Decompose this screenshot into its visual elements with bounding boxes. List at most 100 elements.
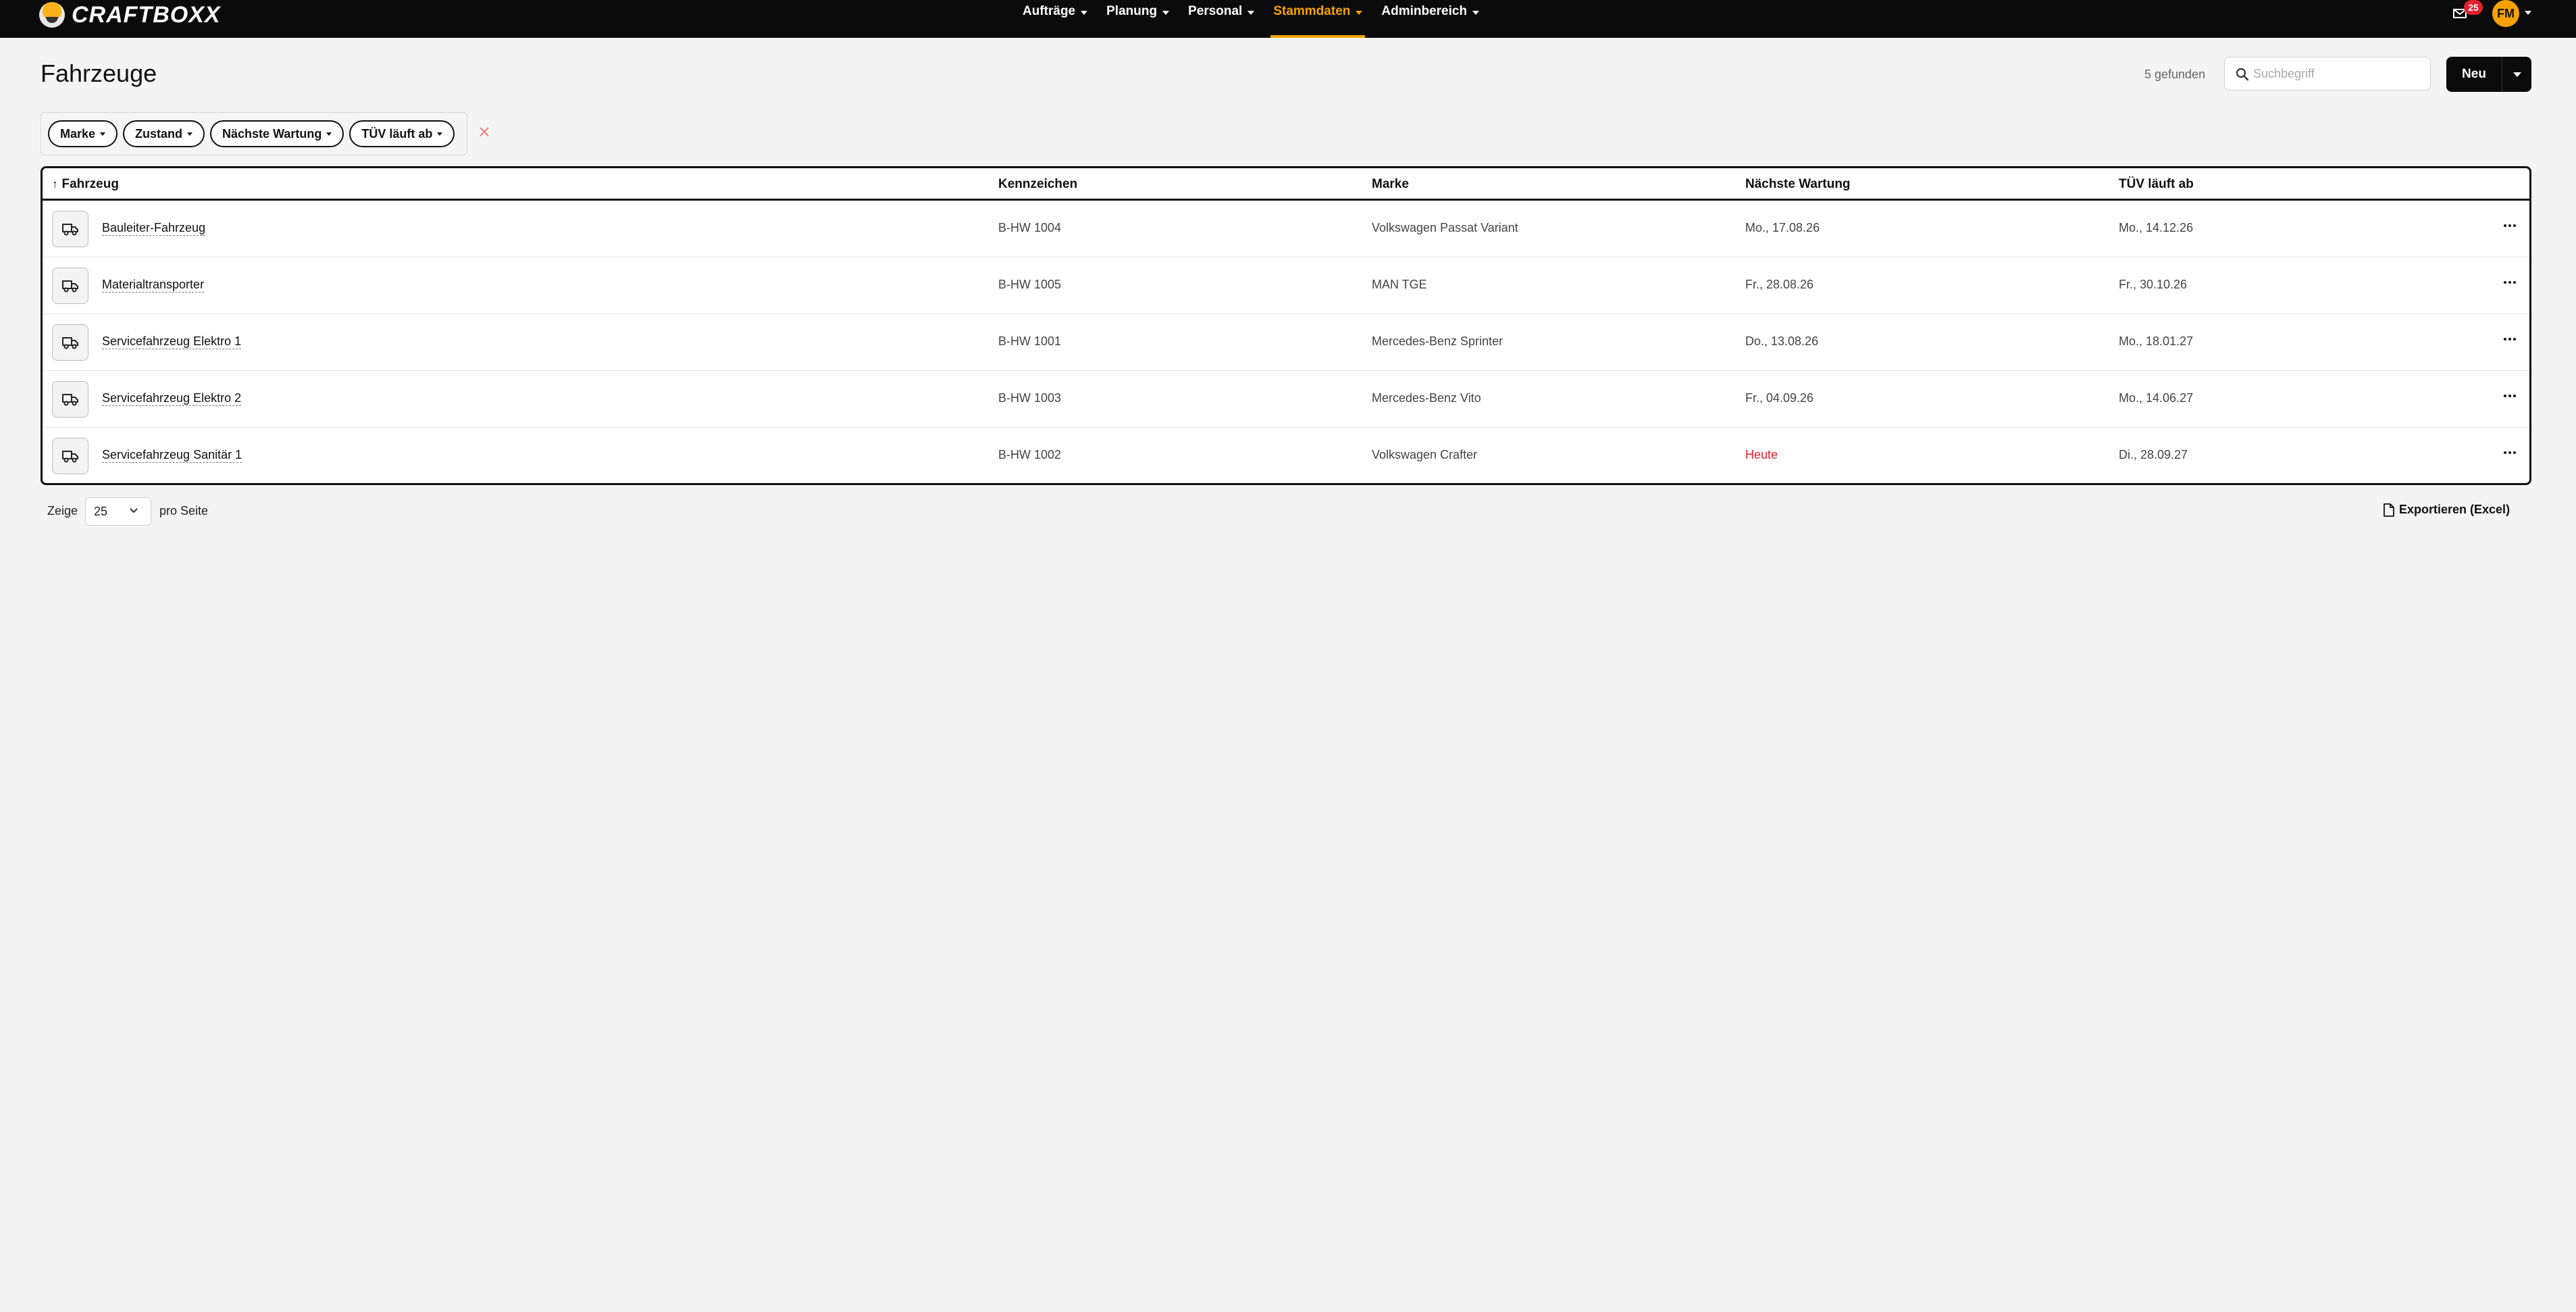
- vehicle-truck-icon: [52, 381, 88, 418]
- vehicle-name-link[interactable]: Servicefahrzeug Elektro 1: [102, 334, 242, 349]
- plate-cell: B-HW 1002: [998, 448, 1062, 461]
- plate-cell: B-HW 1003: [998, 391, 1062, 405]
- hard-hat-logo-icon: [39, 2, 65, 28]
- caret-down-icon: [187, 132, 193, 136]
- filter-label: TÜV läuft ab: [361, 126, 433, 141]
- search-box[interactable]: [2224, 57, 2431, 91]
- vehicle-name: Servicefahrzeug Sanitär 1: [102, 448, 242, 463]
- vehicles-table: ↑ Fahrzeug Kennzeichen Marke Nächste Wart…: [41, 166, 2531, 485]
- new-button[interactable]: Neu: [2446, 67, 2502, 82]
- tuv-cell: Mo., 14.06.27: [2119, 391, 2194, 405]
- new-button-group: Neu: [2446, 57, 2531, 92]
- vehicle-name: Servicefahrzeug Elektro 1: [102, 334, 242, 349]
- table-header: ↑ Fahrzeug Kennzeichen Marke Nächste Wart…: [43, 168, 2529, 201]
- tuv-cell: Mo., 14.12.26: [2119, 221, 2194, 234]
- nav-item-adminbereich[interactable]: Adminbereich: [1372, 0, 1489, 38]
- caret-down-icon: [1162, 11, 1170, 15]
- caret-down-icon: [1356, 11, 1363, 15]
- result-count: 5 gefunden: [2144, 68, 2206, 81]
- plate-cell: B-HW 1004: [998, 221, 1062, 234]
- row-actions-more-icon[interactable]: [2501, 387, 2519, 405]
- main-nav: Aufträge Planung Personal Stammdaten Adm…: [1013, 0, 1489, 38]
- row-actions-more-icon[interactable]: [2501, 274, 2519, 291]
- table-row[interactable]: Materialtransporter B-HW 1005 MAN TGE Fr…: [43, 257, 2529, 314]
- row-actions-more-icon[interactable]: [2501, 217, 2519, 234]
- file-export-icon: [2384, 503, 2394, 517]
- brand-name: CRAFTBOXX: [72, 1, 221, 28]
- next-service-cell: Fr., 28.08.26: [1745, 278, 1814, 291]
- nav-item-stammdaten[interactable]: Stammdaten: [1264, 0, 1372, 38]
- next-service-cell-due: Heute: [1745, 448, 1778, 461]
- caret-down-icon: [437, 132, 443, 136]
- column-header-naechste-wartung[interactable]: Nächste Wartung: [1745, 177, 1851, 192]
- export-excel-button[interactable]: Exportieren (Excel): [2383, 503, 2510, 517]
- user-menu-caret-icon[interactable]: [2525, 11, 2531, 15]
- column-header-tuev[interactable]: TÜV läuft ab: [2119, 177, 2194, 192]
- page-title: Fahrzeuge: [41, 59, 157, 87]
- caret-down-icon: [1081, 11, 1088, 15]
- vehicle-name: Bauleiter-Fahrzeug: [102, 221, 206, 236]
- caret-down-icon: [1247, 11, 1255, 15]
- table-row[interactable]: Servicefahrzeug Sanitär 1 B-HW 1002 Volk…: [43, 428, 2529, 483]
- filter-zustand[interactable]: Zustand: [123, 120, 205, 147]
- vehicle-name: Materialtransporter: [102, 278, 205, 293]
- table-row[interactable]: Servicefahrzeug Elektro 1 B-HW 1001 Merc…: [43, 314, 2529, 371]
- caret-down-icon: [326, 132, 332, 136]
- nav-item-auftraege[interactable]: Aufträge: [1013, 0, 1097, 38]
- export-label: Exportieren (Excel): [2399, 503, 2510, 516]
- per-page-select[interactable]: 25: [85, 497, 151, 526]
- vehicle-name-link[interactable]: Bauleiter-Fahrzeug: [102, 221, 206, 236]
- table-row[interactable]: Servicefahrzeug Elektro 2 B-HW 1003 Merc…: [43, 371, 2529, 428]
- vehicle-name-link[interactable]: Servicefahrzeug Sanitär 1: [102, 448, 242, 463]
- top-navigation-bar: CRAFTBOXX Aufträge Planung Personal Stam…: [0, 0, 2576, 38]
- filter-marke[interactable]: Marke: [48, 120, 118, 147]
- column-header-fahrzeug[interactable]: ↑ Fahrzeug: [52, 177, 119, 192]
- nav-item-label: Planung: [1106, 4, 1158, 18]
- clear-filters-close-icon[interactable]: [477, 124, 492, 139]
- column-label: Fahrzeug: [61, 177, 119, 191]
- next-service-cell: Mo., 17.08.26: [1745, 221, 1820, 234]
- filter-naechste-wartung[interactable]: Nächste Wartung: [210, 120, 344, 147]
- filter-tuev[interactable]: TÜV läuft ab: [349, 120, 455, 147]
- show-label: Zeige: [47, 504, 78, 518]
- column-header-marke[interactable]: Marke: [1372, 177, 1409, 192]
- nav-item-planung[interactable]: Planung: [1097, 0, 1179, 38]
- vehicle-name: Servicefahrzeug Elektro 2: [102, 391, 242, 406]
- tuv-cell: Mo., 18.01.27: [2119, 334, 2194, 348]
- nav-item-personal[interactable]: Personal: [1179, 0, 1264, 38]
- user-avatar[interactable]: FM: [2492, 0, 2519, 27]
- plate-cell: B-HW 1005: [998, 278, 1062, 291]
- nav-item-label: Adminbereich: [1381, 4, 1468, 18]
- notification-count-badge: 25: [2464, 0, 2483, 15]
- notifications-button[interactable]: 25: [2453, 0, 2483, 24]
- tuv-cell: Fr., 30.10.26: [2119, 278, 2188, 291]
- chevron-down-icon: [130, 508, 138, 513]
- search-input[interactable]: [2253, 66, 2415, 81]
- new-options-dropdown-button[interactable]: [2502, 57, 2531, 92]
- caret-down-icon: [100, 132, 106, 136]
- vehicle-name-link[interactable]: Servicefahrzeug Elektro 2: [102, 391, 242, 406]
- vehicle-name-link[interactable]: Materialtransporter: [102, 278, 205, 293]
- row-actions-more-icon[interactable]: [2501, 444, 2519, 461]
- brand-logo[interactable]: CRAFTBOXX: [39, 0, 221, 30]
- filter-label: Zustand: [135, 126, 183, 141]
- search-icon: [2236, 68, 2249, 81]
- vehicle-truck-icon: [52, 268, 88, 304]
- filter-label: Nächste Wartung: [222, 126, 322, 141]
- brand-cell: Mercedes-Benz Sprinter: [1372, 334, 1503, 348]
- nav-item-label: Aufträge: [1023, 4, 1076, 18]
- next-service-cell: Fr., 04.09.26: [1745, 391, 1814, 405]
- brand-cell: Volkswagen Crafter: [1372, 448, 1478, 461]
- sort-ascending-icon: ↑: [52, 178, 58, 191]
- column-header-kennzeichen[interactable]: Kennzeichen: [998, 177, 1077, 192]
- brand-cell: Volkswagen Passat Variant: [1372, 221, 1518, 234]
- table-row[interactable]: Bauleiter-Fahrzeug B-HW 1004 Volkswagen …: [43, 201, 2529, 257]
- filter-label: Marke: [60, 126, 96, 141]
- nav-item-label: Stammdaten: [1273, 4, 1351, 18]
- caret-down-icon: [1472, 11, 1480, 15]
- caret-down-icon: [2513, 72, 2521, 77]
- brand-cell: Mercedes-Benz Vito: [1372, 391, 1481, 405]
- per-page-label: pro Seite: [159, 504, 209, 518]
- tuv-cell: Di., 28.09.27: [2119, 448, 2188, 461]
- row-actions-more-icon[interactable]: [2501, 330, 2519, 348]
